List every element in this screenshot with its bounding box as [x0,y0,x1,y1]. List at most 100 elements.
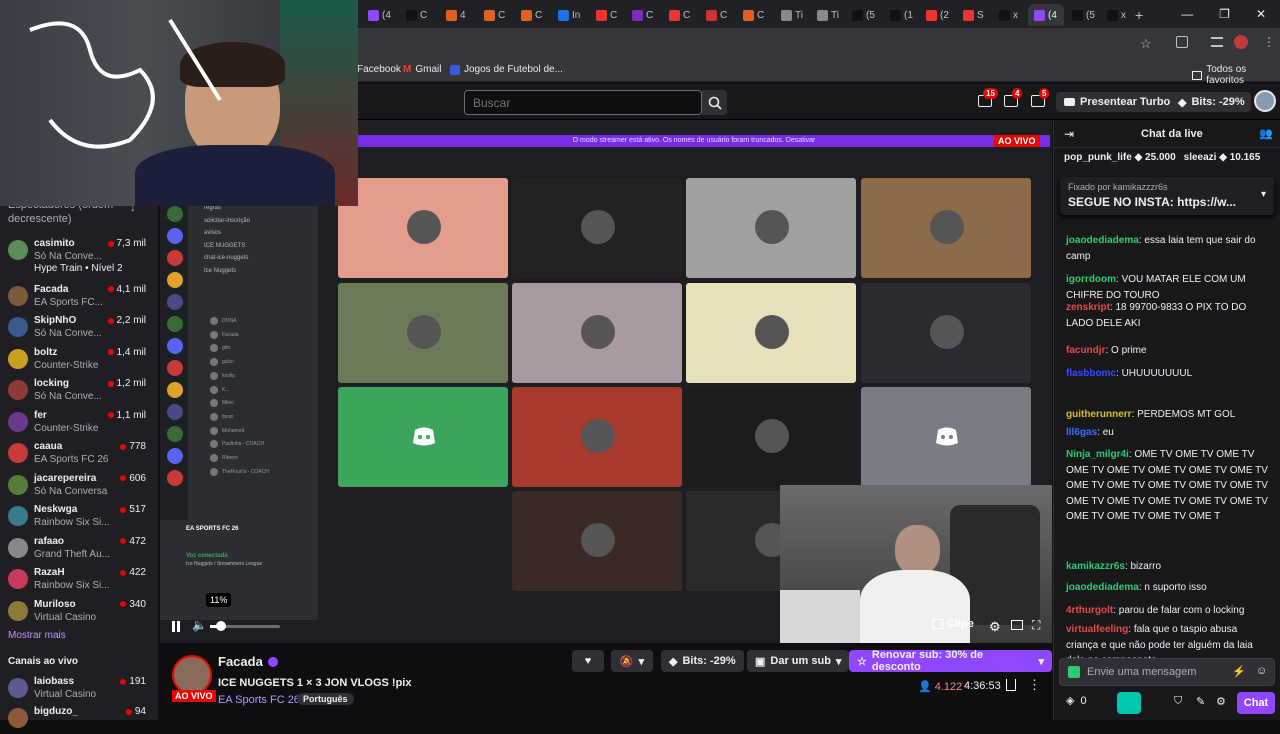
emote-icon[interactable]: ☺ [1256,665,1267,677]
discord-video-tile[interactable] [861,387,1031,487]
discord-video-tile[interactable] [686,387,856,487]
search-button[interactable] [702,90,727,115]
streamer-name[interactable]: Facada [218,654,263,669]
more-options-icon[interactable]: ⋮ [1028,677,1041,693]
chat-username[interactable]: flasbbomc [1066,368,1116,379]
browser-tab[interactable]: C [663,4,697,26]
discord-server-icon[interactable] [167,360,183,376]
browser-tab[interactable]: Ti [775,4,809,26]
media-icon[interactable] [1211,37,1223,47]
browser-tab[interactable]: C [400,4,434,26]
discord-server-icon[interactable] [167,272,183,288]
renew-sub-button[interactable]: ☆ Renovar sub: 30% de desconto ▾ [849,649,1052,673]
clip-button[interactable]: Clipe [932,618,974,630]
discord-server-icon[interactable] [167,228,183,244]
chat-username[interactable]: 4rthurgolt [1066,605,1113,616]
discord-member[interactable]: glm [222,345,230,351]
browser-tab[interactable]: (2 [920,4,954,26]
stream-game[interactable]: EA Sports FC 26 [218,694,300,706]
discord-channel[interactable]: solicitar-inscrição [204,218,250,224]
discord-video-tile[interactable] [861,178,1031,278]
discord-server-icon[interactable] [167,316,183,332]
bits-cheer-icon[interactable]: ⚡ [1232,665,1246,678]
gift-sub-button[interactable]: ▣ Dar um sub ▾ [747,650,850,672]
pinned-message[interactable]: Fixado por kamikazzzr6s SEGUE NO INSTA: … [1060,177,1274,215]
prediction-button[interactable] [1117,692,1141,714]
turbo-button[interactable]: Presentear Turbo [1056,92,1179,112]
extensions-icon[interactable] [1176,36,1188,48]
discord-channel[interactable]: ICE NUGGETS [204,243,245,249]
chat-username[interactable]: guitherunnerr [1066,409,1132,420]
discord-member[interactable]: Facada [222,332,239,338]
chat-users-icon[interactable]: 👥 [1259,127,1273,140]
bookmark-jogos[interactable]: Jogos de Futebol de... [450,64,563,75]
discord-video-tile[interactable] [686,178,856,278]
browser-tab[interactable]: (5 [846,4,880,26]
browser-tab[interactable]: In [552,4,586,26]
live-channel[interactable]: bigduzo_ 94 [8,704,154,734]
all-bookmarks[interactable]: Todos os favoritos [1192,64,1280,86]
browser-tab[interactable]: (4 [362,4,396,26]
discord-video-tile[interactable] [512,283,682,383]
share-icon[interactable] [1006,679,1016,691]
discord-channel[interactable]: Ice Nuggets [204,268,236,274]
discord-video-tile[interactable] [512,178,682,278]
leader-1[interactable]: pop_punk_life ◆ 25.000 [1064,152,1176,163]
browser-tab[interactable]: S [957,4,991,26]
browser-tab[interactable]: x [993,4,1027,26]
browser-tab[interactable]: 4 [440,4,474,26]
sidebar-channel[interactable]: caaua EA Sports FC 26 778 [8,439,154,469]
discord-video-tile[interactable] [512,491,682,591]
chat-username[interactable]: kamikazzr6s [1066,561,1125,572]
sidebar-channel[interactable]: Muriloso Virtual Casino 340 [8,597,154,627]
show-more-link[interactable]: Mostrar mais [8,630,66,641]
browser-tab[interactable]: x [1101,4,1135,26]
discord-server-icon[interactable] [167,382,183,398]
chat-username[interactable]: Ninja_milgr4i [1066,449,1129,460]
menu-icon[interactable]: ⋮ [1263,35,1275,49]
discord-server-icon[interactable] [167,404,183,420]
sidebar-channel[interactable]: locking Só Na Conve... 1,2 mil [8,376,154,406]
theater-mode-icon[interactable] [1011,620,1023,630]
settings-icon[interactable]: ⚙ [989,619,1001,635]
star-icon[interactable]: ☆ [1140,36,1152,52]
sidebar-channel[interactable]: rafaao Grand Theft Au... 472 [8,534,154,564]
discord-server-icon[interactable] [167,206,183,222]
sidebar-channel[interactable]: casimito Só Na Conve... 7,3 mil Hype Train … [8,236,154,274]
discord-member[interactable]: K... [222,387,230,393]
discord-server-icon[interactable] [167,448,183,464]
browser-tab[interactable]: C [737,4,771,26]
search-input[interactable] [464,90,702,115]
sidebar-channel[interactable]: Neskwga Rainbow Six Si... 517 [8,502,154,532]
browser-tab[interactable]: C [700,4,734,26]
sidebar-channel[interactable]: SkipNhO Só Na Conve... 2,2 mil [8,313,154,343]
discord-server-icon[interactable] [167,294,183,310]
streamer-avatar[interactable] [172,655,212,695]
discord-member[interactable]: Ribeiro [222,455,238,461]
chat-username[interactable]: igorrdoom [1066,274,1116,285]
sidebar-channel[interactable]: jacarepereira Só Na Conversa 606 [8,471,154,501]
chat-username[interactable]: lll6gas [1066,427,1097,438]
notification-toggle[interactable]: 🔕 ▾ [611,650,653,672]
chat-username[interactable]: joaodediadema [1066,582,1139,593]
language-tag[interactable]: Português [297,693,354,705]
chat-settings-icon[interactable]: ⚙ [1216,695,1226,708]
discord-member[interactable]: koolip [222,373,235,379]
chat-username[interactable]: zenskript [1066,302,1110,313]
discord-video-tile[interactable] [338,283,508,383]
discord-video-tile[interactable] [861,283,1031,383]
browser-tab[interactable]: (4 [1028,4,1064,26]
badge-icon[interactable] [1068,666,1080,678]
sidebar-channel[interactable]: Facada EA Sports FC... 4,1 mil [8,282,154,312]
discord-member[interactable]: TheRouri'a - COACH [222,469,269,475]
chat-username[interactable]: joaodediadema [1066,235,1139,246]
discord-video-tile[interactable] [338,178,508,278]
fullscreen-icon[interactable]: ⛶ [1032,618,1040,633]
discord-member[interactable]: DONA [222,318,236,324]
follow-button[interactable]: ♥ [572,650,604,672]
volume-thumb[interactable] [216,621,226,631]
discord-server-icon[interactable] [167,250,183,266]
bits-discount-button[interactable]: ◆ Bits: -29% [661,650,744,672]
discord-member[interactable]: fpran [222,414,233,420]
pause-icon[interactable] [172,621,175,632]
